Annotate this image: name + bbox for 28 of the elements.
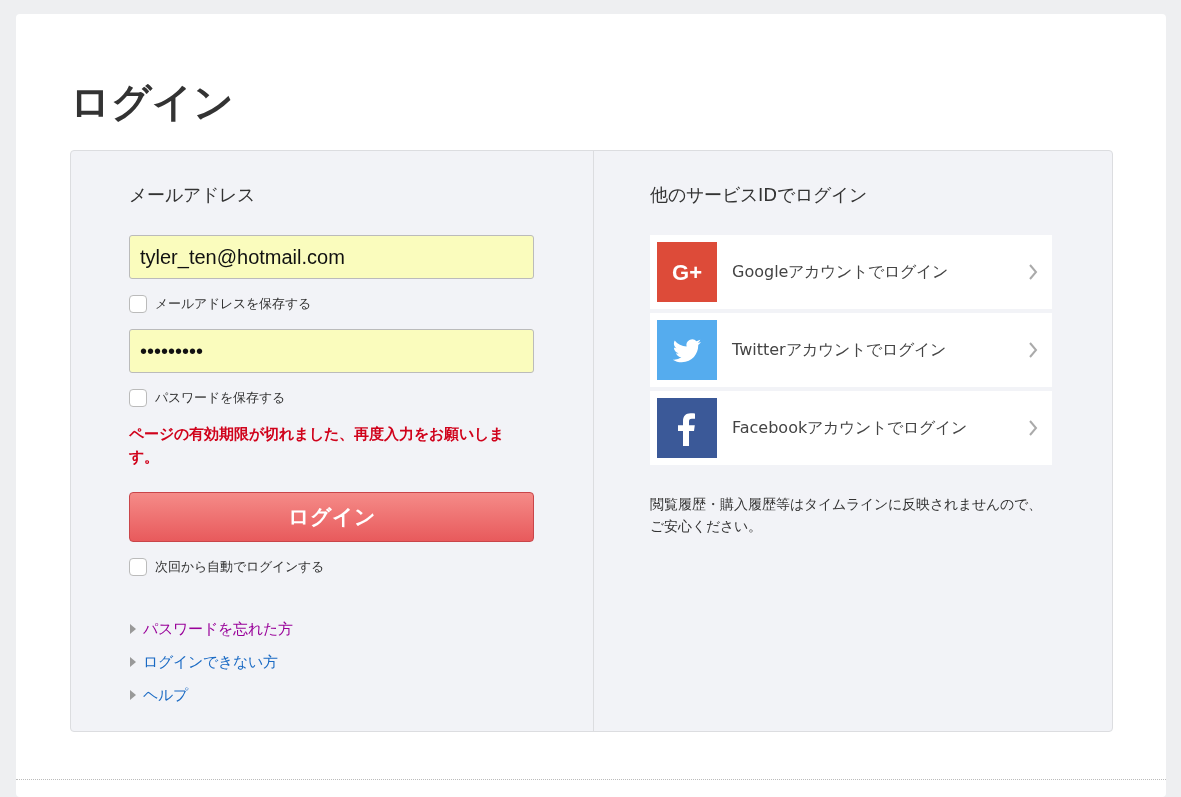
checkbox-label: パスワードを保存する [155,389,285,407]
social-login-button[interactable]: G+ Googleアカウントでログイン [650,235,1052,309]
triangle-icon [129,690,137,700]
help-link[interactable]: パスワードを忘れた方 [143,619,293,639]
social-login-heading: 他のサービスIDでログイン [650,183,869,207]
page-title: ログイン [70,78,235,127]
facebook-logo-icon [657,398,717,458]
triangle-icon [129,657,137,667]
chevron-right-icon [1028,264,1038,280]
chevron-right-icon [1028,420,1038,436]
checkbox[interactable] [129,557,147,576]
error-message: ページの有効期限が切れました、再度入力をお願いします。 [129,424,505,469]
checkbox-label: 次回から自動でログインする [155,557,324,576]
email-label: メールアドレス [129,183,256,207]
help-link[interactable]: ヘルプ [143,685,188,705]
help-link[interactable]: ログインできない方 [143,652,278,672]
chevron-right-icon [1028,342,1038,358]
google-logo-icon: G+ [657,242,717,302]
checkbox-label: メールアドレスを保存する [155,295,311,313]
checkbox[interactable] [129,295,147,313]
password-field[interactable]: ••••••••• [129,329,534,373]
social-login-button[interactable]: Facebookアカウントでログイン [650,391,1052,465]
email-field[interactable]: tyler_ten@hotmail.com [129,235,534,279]
social-login-button[interactable]: Twitterアカウントでログイン [650,313,1052,387]
privacy-note: 閲覧履歴・購入履歴等はタイムラインに反映されませんので、ご安心ください。 [650,495,1043,537]
twitter-logo-icon [657,320,717,380]
triangle-icon [129,624,137,634]
checkbox[interactable] [129,389,147,407]
